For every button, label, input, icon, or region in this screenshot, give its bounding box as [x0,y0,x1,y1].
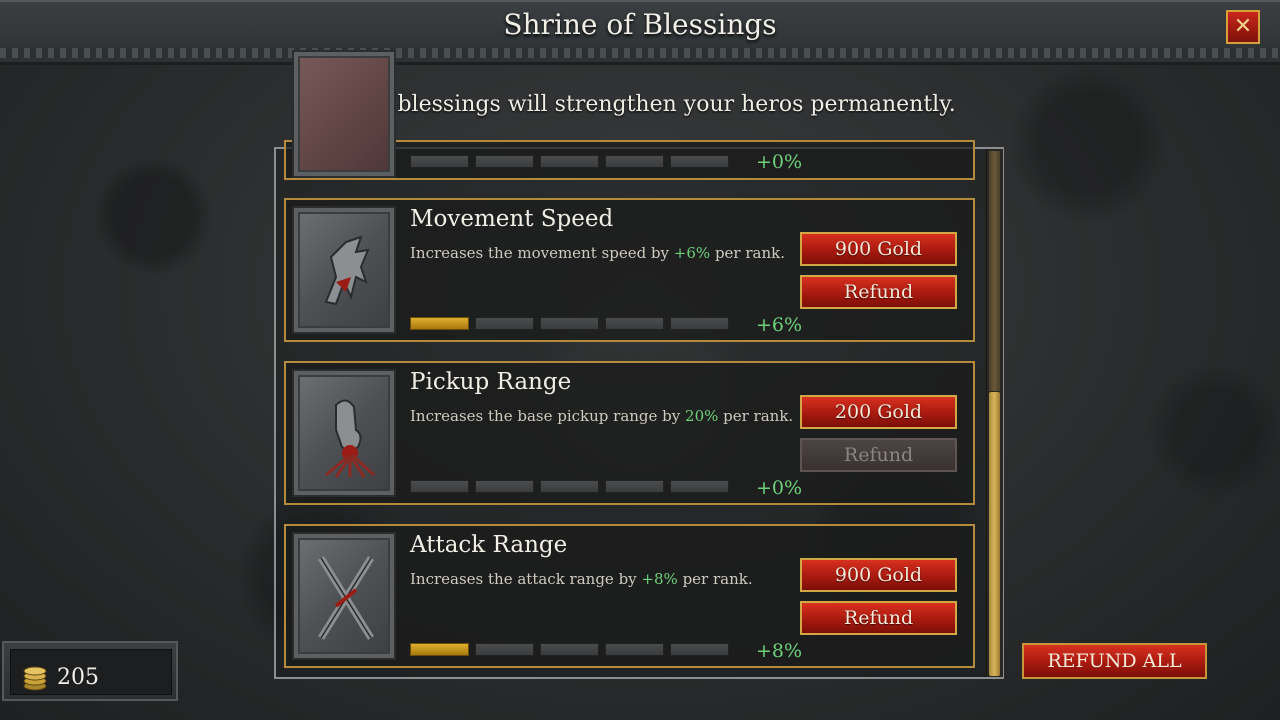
rank-bar [670,643,729,656]
gold-counter-inner: 205 [10,649,172,695]
rank-bar [540,643,599,656]
blessing-title: Pickup Range [410,369,572,395]
gold-coins-icon [23,666,47,691]
rank-bar [605,480,664,493]
rank-bar [475,317,534,330]
blessing-row-movement-speed: Movement Speed Increases the movement sp… [284,198,975,342]
rank-bar [540,155,599,168]
gold-counter: 205 [2,641,178,701]
refund-button[interactable]: Refund [800,275,957,309]
rank-bonus: +0% [756,151,803,173]
rank-bonus: +8% [756,640,803,662]
buy-blessing-button[interactable]: 900 Gold [800,232,957,266]
rank-bars [410,643,729,656]
page-title: Shrine of Blessings [503,8,777,41]
scrollbar-thumb[interactable] [989,392,1000,676]
refund-button[interactable]: Refund [800,601,957,635]
blessing-row-pickup-range: Pickup Range Increases the base pickup r… [284,361,975,505]
rank-bar [670,155,729,168]
blessing-title: Attack Range [410,532,568,558]
rank-bar [475,480,534,493]
close-icon: ✕ [1233,14,1253,39]
rank-bar [410,480,469,493]
close-button[interactable]: ✕ [1226,10,1260,44]
blessing-icon-card [292,369,396,497]
rank-bars [410,317,729,330]
gold-amount: 205 [57,665,99,690]
pegasus-icon [324,235,370,306]
hand-icon [325,399,376,478]
blessing-description: Increases the base pickup range by 20% p… [410,407,794,425]
page-subtitle: These blessings will strengthen your her… [324,92,956,117]
buy-blessing-button[interactable]: 200 Gold [800,395,957,429]
rank-bar-filled [410,643,469,656]
buy-blessing-button[interactable]: 900 Gold [800,558,957,592]
crossed-swords-icon [318,556,374,640]
title-bar-ornament [0,48,1280,58]
rank-bars [410,480,729,493]
refund-button-disabled[interactable]: Refund [800,438,957,472]
rank-bar [670,317,729,330]
rank-bars [410,155,729,168]
rank-bonus: +6% [756,314,803,336]
blessing-description: Increases the movement speed by +6% per … [410,244,785,262]
blessing-icon-card [292,50,396,178]
rank-bar [475,155,534,168]
blessing-icon-card [292,206,396,334]
rank-bar [410,155,469,168]
rank-bonus: +0% [756,477,803,499]
blessing-row-partial: +0% [284,50,975,180]
refund-all-button[interactable]: REFUND ALL [1022,643,1207,679]
rank-bar-filled [410,317,469,330]
rank-bar [605,317,664,330]
blessing-row-attack-range: Attack Range Increases the attack range … [284,524,975,668]
rank-bar [540,317,599,330]
rank-bar [475,643,534,656]
rank-bar [540,480,599,493]
rank-bar [670,480,729,493]
scrollbar-upper [989,151,1000,391]
rank-bar [605,155,664,168]
blessing-icon-card [292,532,396,660]
rank-bar [605,643,664,656]
blessing-title: Movement Speed [410,206,614,232]
blessing-description: Increases the attack range by +8% per ra… [410,570,753,588]
